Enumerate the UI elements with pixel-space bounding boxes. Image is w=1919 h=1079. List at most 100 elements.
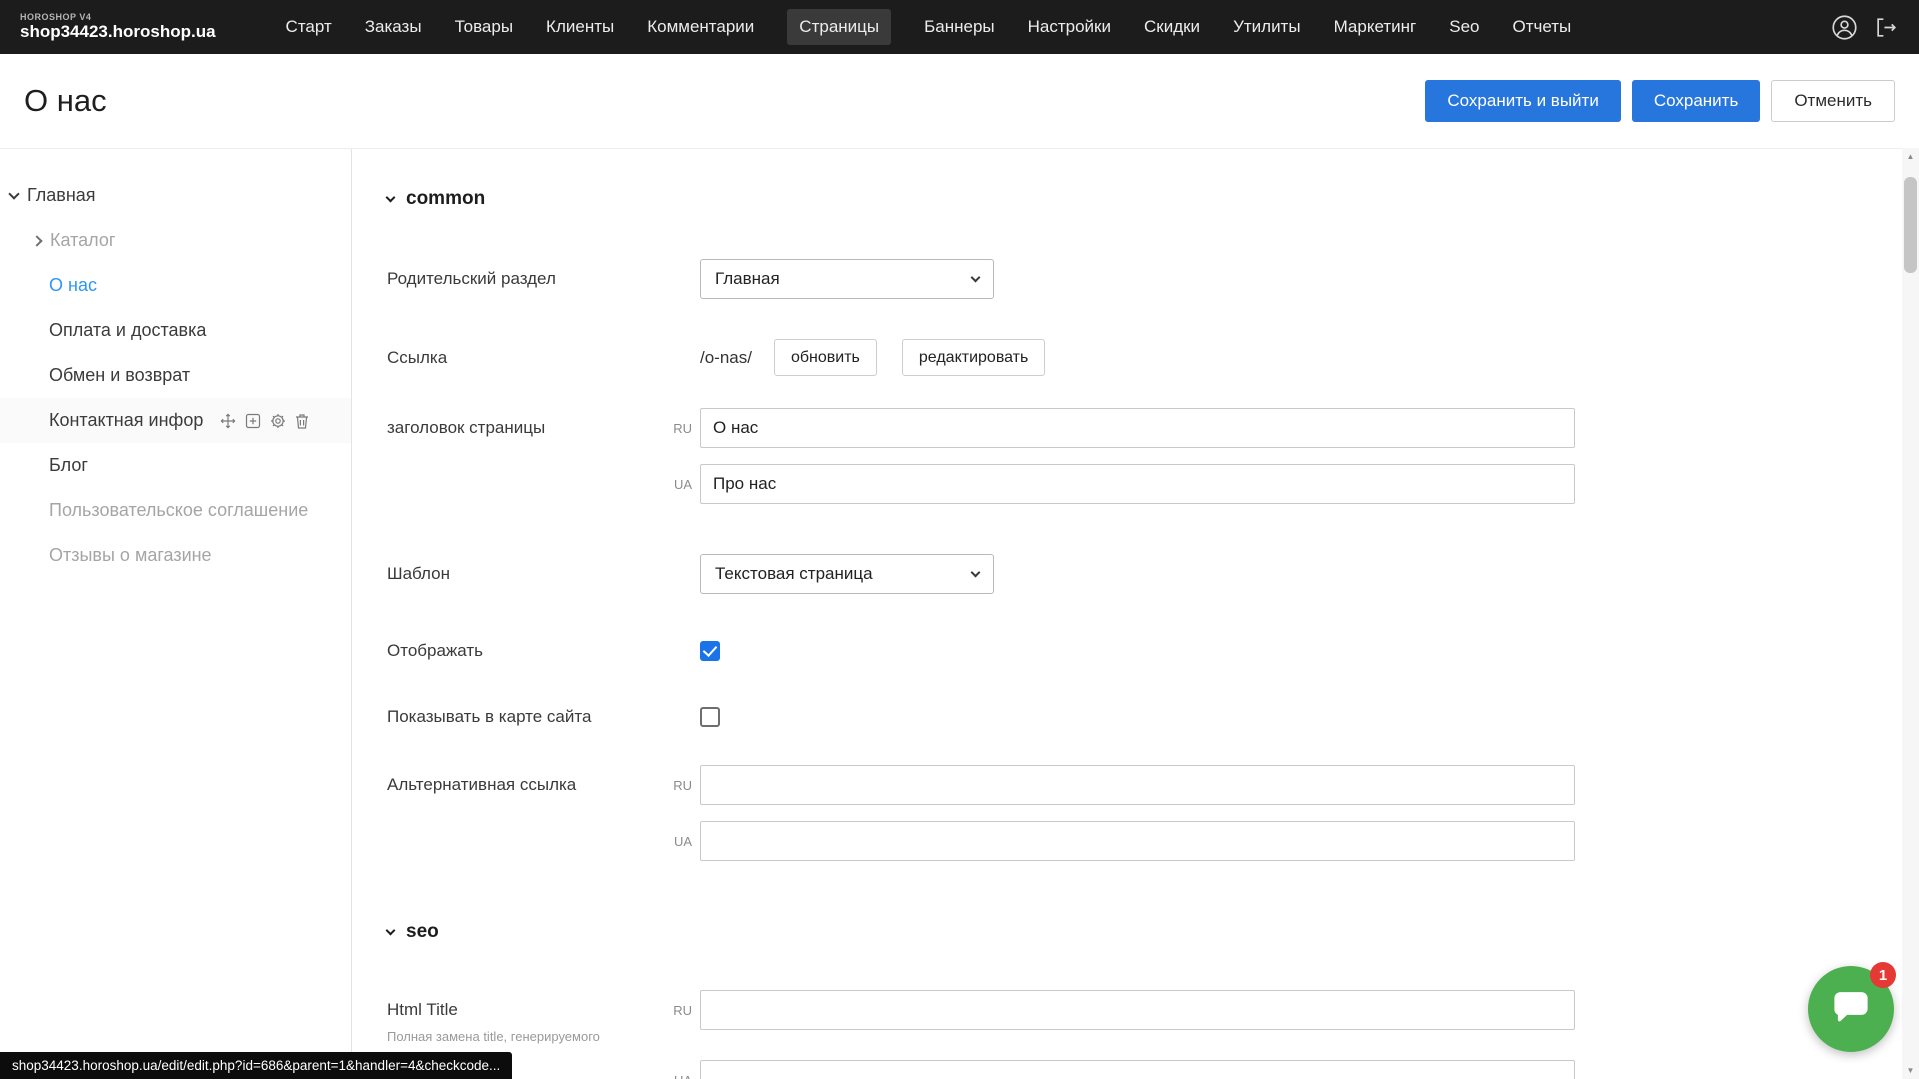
page-title-ru-input[interactable] — [700, 408, 1575, 448]
nav-settings[interactable]: Настройки — [1028, 17, 1111, 37]
parent-section-row: Родительский раздел Главная — [387, 259, 1919, 299]
scrollbar[interactable]: ▲ ▼ — [1902, 148, 1919, 1079]
page-header: О нас Сохранить и выйти Сохранить Отмени… — [0, 54, 1919, 148]
page-title-ru-row: заголовок страницы RU — [387, 408, 1919, 448]
sidebar-item-store-reviews[interactable]: Отзывы о магазине — [0, 533, 351, 578]
page-title-ua-row: UA — [387, 464, 1919, 504]
sidebar-item-blog[interactable]: Блог — [0, 443, 351, 488]
lang-badge-ru: RU — [664, 990, 700, 1018]
logo[interactable]: HOROSHOP V4 shop34423.horoshop.ua — [20, 12, 216, 42]
field-label: Шаблон — [387, 564, 664, 584]
topnav-right — [1831, 14, 1899, 41]
lang-badge-ua: UA — [664, 477, 700, 492]
sidebar-item-label: Контактная инфор — [49, 410, 203, 431]
user-account-icon[interactable] — [1831, 14, 1858, 41]
sidebar-item-catalog[interactable]: Каталог — [0, 218, 351, 263]
nav-products[interactable]: Товары — [455, 17, 513, 37]
template-row: Шаблон Текстовая страница — [387, 554, 1919, 594]
sidebar-item-contact-info[interactable]: Контактная инфор — [0, 398, 351, 443]
nav-marketing[interactable]: Маркетинг — [1334, 17, 1417, 37]
html-title-ru-input[interactable] — [700, 990, 1575, 1030]
nav-banners[interactable]: Баннеры — [924, 17, 995, 37]
nav-pages[interactable]: Страницы — [787, 9, 891, 45]
field-label: заголовок страницы — [387, 418, 664, 438]
top-navigation: HOROSHOP V4 shop34423.horoshop.ua Старт … — [0, 0, 1919, 54]
nav-reports[interactable]: Отчеты — [1512, 17, 1571, 37]
template-select[interactable]: Текстовая страница — [700, 554, 994, 594]
nav-comments[interactable]: Комментарии — [647, 17, 754, 37]
save-and-exit-button[interactable]: Сохранить и выйти — [1425, 80, 1620, 122]
settings-gear-icon[interactable] — [270, 413, 286, 429]
sidebar-item-about[interactable]: О нас — [0, 263, 351, 308]
chevron-down-icon — [386, 192, 396, 202]
chat-bubble-icon — [1830, 986, 1872, 1033]
save-button[interactable]: Сохранить — [1632, 80, 1760, 122]
sidebar-item-label: Пользовательское соглашение — [49, 500, 308, 521]
display-checkbox[interactable] — [700, 641, 720, 661]
scrollbar-thumb[interactable] — [1904, 177, 1917, 273]
lang-badge-ua: UA — [664, 1073, 700, 1079]
chevron-down-icon — [971, 567, 981, 577]
delete-trash-icon[interactable] — [295, 413, 309, 429]
link-row: Ссылка /o-nas/ обновить редактировать — [387, 339, 1919, 376]
nav-clients[interactable]: Клиенты — [546, 17, 614, 37]
chevron-down-icon — [971, 272, 981, 282]
section-title: common — [406, 188, 485, 210]
parent-section-select[interactable]: Главная — [700, 259, 994, 299]
sidebar-item-home[interactable]: Главная — [0, 173, 351, 218]
chevron-down-icon — [386, 925, 396, 935]
nav-discounts[interactable]: Скидки — [1144, 17, 1200, 37]
lang-badge-ua: UA — [664, 834, 700, 849]
link-update-button[interactable]: обновить — [774, 339, 877, 376]
alt-link-ru-row: Альтернативная ссылка RU — [387, 765, 1919, 805]
sidebar-item-exchange-return[interactable]: Обмен и возврат — [0, 353, 351, 398]
sidebar-item-label: Оплата и доставка — [49, 320, 206, 341]
add-page-icon[interactable] — [245, 413, 261, 429]
page-title-ua-input[interactable] — [700, 464, 1575, 504]
sidebar-item-label: Обмен и возврат — [49, 365, 190, 386]
sitemap-row: Показывать в карте сайта — [387, 707, 1919, 727]
field-label: Отображать — [387, 641, 664, 661]
select-value: Текстовая страница — [715, 564, 873, 584]
section-seo-toggle[interactable]: seo — [387, 920, 1919, 944]
sitemap-checkbox[interactable] — [700, 707, 720, 727]
alt-link-ua-input[interactable] — [700, 821, 1575, 861]
scrollbar-down-arrow[interactable]: ▼ — [1902, 1062, 1919, 1079]
nav-utilities[interactable]: Утилиты — [1233, 17, 1301, 37]
alt-link-ua-row: UA — [387, 821, 1919, 861]
html-title-ua-input[interactable] — [700, 1060, 1575, 1079]
scrollbar-up-arrow[interactable]: ▲ — [1902, 148, 1919, 165]
chevron-down-icon — [8, 188, 19, 199]
move-icon[interactable] — [220, 413, 236, 429]
select-value: Главная — [715, 269, 780, 289]
status-url-bar: shop34423.horoshop.ua/edit/edit.php?id=6… — [0, 1052, 512, 1079]
sidebar-item-user-agreement[interactable]: Пользовательское соглашение — [0, 488, 351, 533]
header-buttons: Сохранить и выйти Сохранить Отменить — [1425, 80, 1895, 122]
main-menu: Старт Заказы Товары Клиенты Комментарии … — [286, 9, 1572, 45]
nav-seo[interactable]: Seo — [1449, 17, 1479, 37]
nav-start[interactable]: Старт — [286, 17, 332, 37]
link-edit-button[interactable]: редактировать — [902, 339, 1045, 376]
section-common-toggle[interactable]: common — [387, 187, 1919, 211]
sidebar-item-label: Каталог — [50, 230, 115, 251]
sidebar-item-label: О нас — [49, 275, 97, 296]
sidebar-item-actions — [220, 413, 309, 429]
cancel-button[interactable]: Отменить — [1771, 80, 1895, 122]
html-title-ua-row: UA — [387, 1060, 1919, 1079]
page-title: О нас — [24, 83, 107, 119]
alt-link-ru-input[interactable] — [700, 765, 1575, 805]
logo-domain: shop34423.horoshop.ua — [20, 22, 216, 42]
logout-icon[interactable] — [1874, 15, 1899, 40]
field-label: Html Title — [387, 1000, 664, 1020]
section-title: seo — [406, 921, 439, 943]
nav-orders[interactable]: Заказы — [365, 17, 422, 37]
chevron-right-icon — [31, 235, 42, 246]
display-row: Отображать — [387, 641, 1919, 661]
sidebar-item-label: Блог — [49, 455, 88, 476]
field-label: Родительский раздел — [387, 269, 664, 289]
field-label: Показывать в карте сайта — [387, 707, 664, 727]
sidebar-item-payment-delivery[interactable]: Оплата и доставка — [0, 308, 351, 353]
field-hint: Полная замена title, генерируемого — [387, 1029, 647, 1044]
html-title-ru-row: Html Title Полная замена title, генериру… — [387, 990, 1919, 1044]
chat-widget-button[interactable]: 1 — [1808, 966, 1894, 1052]
